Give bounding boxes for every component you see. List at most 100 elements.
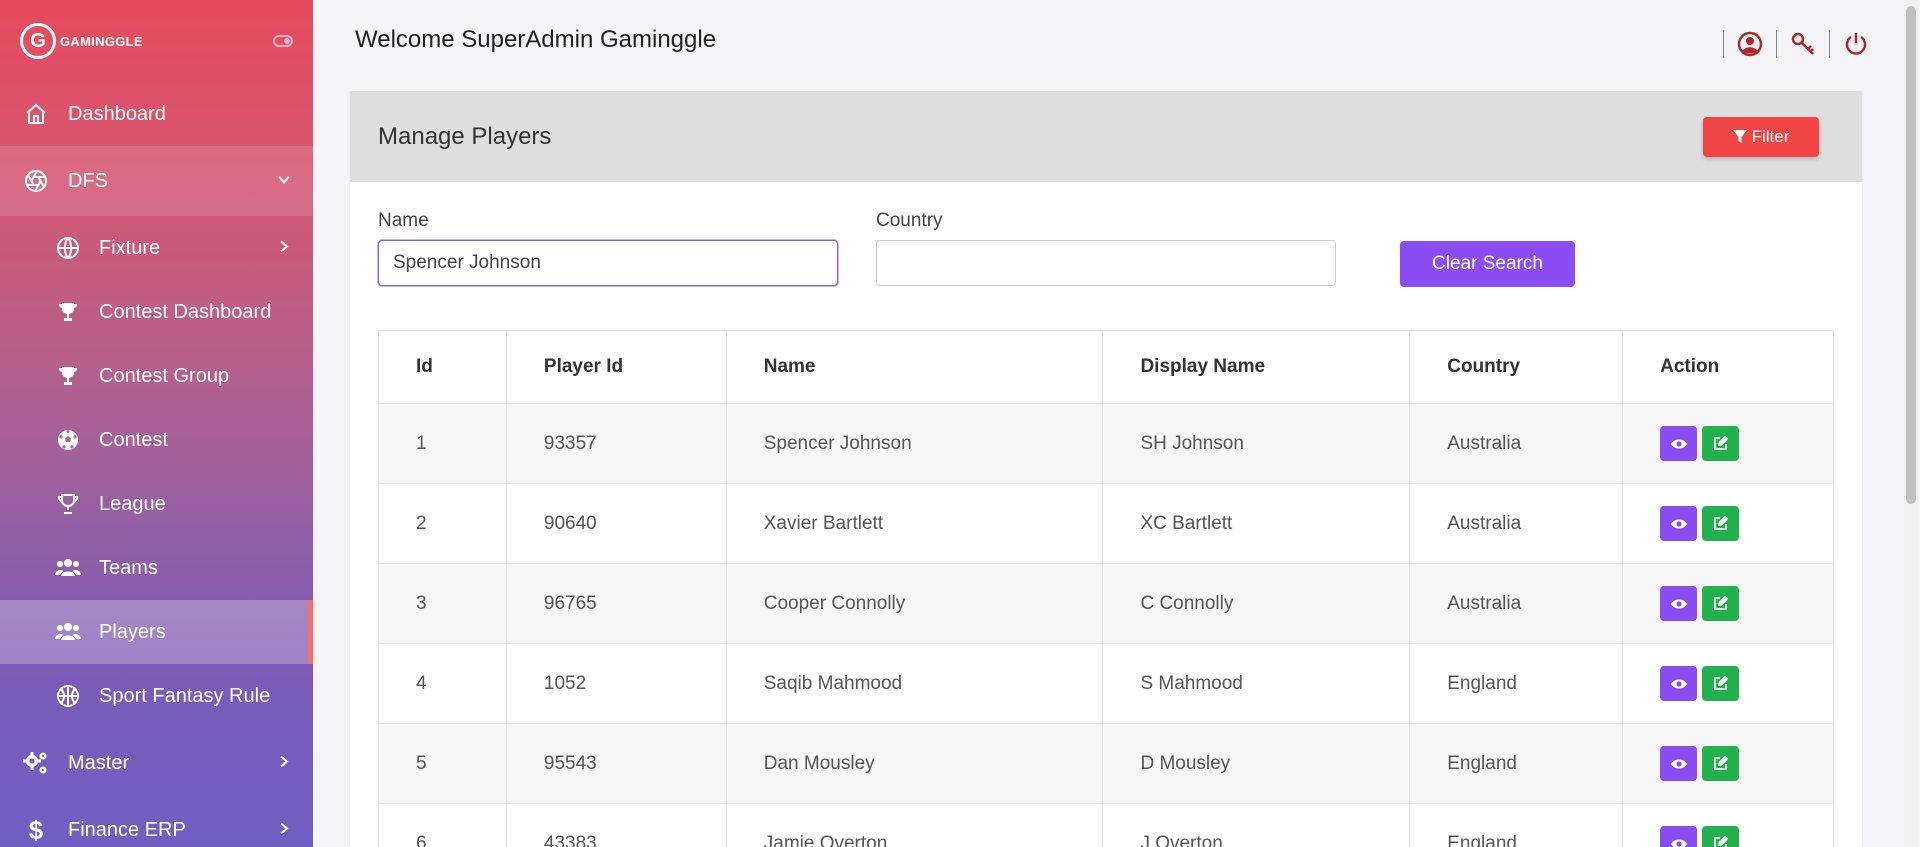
action-cell	[1622, 403, 1834, 484]
power-icon[interactable]	[1842, 30, 1870, 58]
edit-button[interactable]	[1702, 826, 1740, 847]
page-scrollbar[interactable]	[1904, 0, 1918, 847]
table-cell: SH Johnson	[1102, 403, 1411, 484]
country-field-group: Country	[876, 210, 1336, 286]
sidebar-item-label: DFS	[68, 169, 108, 192]
brand: G GAMINGGLE	[0, 0, 313, 82]
trophy-outline-icon	[55, 491, 81, 517]
sidebar-item-fixture[interactable]: Fixture	[0, 216, 313, 280]
edit-button[interactable]	[1702, 506, 1740, 541]
sidebar-item-contest[interactable]: Contest	[0, 408, 313, 472]
table-cell: J Overton	[1102, 803, 1411, 847]
table-cell: Jamie Overton	[725, 803, 1104, 847]
action-cell	[1622, 563, 1834, 644]
table-cell: 43383	[505, 803, 727, 847]
view-button[interactable]	[1660, 426, 1698, 461]
table-cell: D Mousley	[1102, 723, 1411, 804]
table-cell: Xavier Bartlett	[725, 483, 1104, 564]
table-cell: XC Bartlett	[1102, 483, 1411, 564]
sidebar-item-sport-fantasy-rule[interactable]: Sport Fantasy Rule	[0, 664, 313, 728]
edit-button[interactable]	[1702, 666, 1740, 701]
players-table: Id Player Id Name Display Name Country A…	[378, 330, 1834, 847]
key-icon[interactable]	[1789, 30, 1817, 58]
sidebar-item-contest-group[interactable]: Contest Group	[0, 344, 313, 408]
manage-players-card: Manage Players Filter Name Country Clear…	[350, 91, 1862, 847]
action-cell	[1622, 483, 1834, 564]
table-cell: 1	[378, 403, 507, 484]
sidebar-item-label: Finance ERP	[68, 818, 186, 841]
table-cell: 95543	[505, 723, 727, 804]
table-row: 4 1052 Saqib Mahmood S Mahmood England	[378, 643, 1834, 724]
table-cell: 93357	[505, 403, 727, 484]
eye-icon	[1670, 678, 1687, 690]
name-input[interactable]	[378, 240, 838, 286]
country-label: Country	[876, 210, 943, 231]
view-button[interactable]	[1660, 826, 1698, 847]
edit-button[interactable]	[1702, 746, 1740, 781]
sidebar-item-label: Dashboard	[68, 102, 166, 125]
view-button[interactable]	[1660, 746, 1698, 781]
table-cell: England	[1409, 723, 1624, 804]
sidebar-item-finance-erp[interactable]: $ Finance ERP	[0, 798, 313, 847]
sidebar-item-label: Contest	[99, 428, 168, 451]
sidebar-item-master[interactable]: Master	[0, 728, 313, 798]
soccer-ball-icon	[55, 427, 81, 453]
column-header-display-name[interactable]: Display Name	[1102, 330, 1411, 404]
action-cell	[1622, 643, 1834, 724]
sidebar-item-dashboard[interactable]: Dashboard	[0, 82, 313, 146]
brand-name: GAMINGGLE	[60, 33, 143, 49]
sidebar-item-contest-dashboard[interactable]: Contest Dashboard	[0, 280, 313, 344]
eye-icon	[1670, 518, 1687, 530]
sidebar-item-players[interactable]: Players	[0, 600, 313, 664]
column-header-country[interactable]: Country	[1409, 330, 1624, 404]
sidebar-item-label: Fixture	[99, 236, 161, 259]
name-label: Name	[378, 210, 429, 231]
globe-icon	[55, 235, 81, 261]
sidebar: G GAMINGGLE Dashboard DFS Fixture Contes…	[0, 0, 313, 847]
brand-logo: G	[20, 23, 56, 59]
edit-icon	[1713, 836, 1729, 847]
trophy-icon	[55, 299, 81, 325]
view-button[interactable]	[1660, 586, 1698, 621]
name-field-group: Name	[378, 210, 838, 286]
view-button[interactable]	[1660, 506, 1698, 541]
chevron-right-icon	[277, 753, 291, 774]
edit-button[interactable]	[1702, 426, 1740, 461]
table-cell: England	[1409, 803, 1624, 847]
sidebar-item-label: Sport Fantasy Rule	[99, 684, 271, 707]
edit-button[interactable]	[1702, 586, 1740, 621]
column-header-player-id[interactable]: Player Id	[505, 330, 727, 404]
table-cell: Cooper Connolly	[725, 563, 1104, 644]
cogs-icon	[22, 749, 50, 777]
action-cell	[1622, 803, 1834, 847]
table-cell: C Connolly	[1102, 563, 1411, 644]
sidebar-item-teams[interactable]: Teams	[0, 536, 313, 600]
sidebar-item-dfs[interactable]: DFS	[0, 146, 313, 216]
sidebar-item-label: Contest Group	[99, 364, 230, 387]
divider	[1829, 30, 1830, 58]
aperture-icon	[22, 167, 50, 195]
sidebar-toggle-icon[interactable]	[273, 35, 293, 47]
column-header-name[interactable]: Name	[725, 330, 1104, 404]
user-circle-icon[interactable]	[1736, 30, 1764, 58]
scrollbar-thumb[interactable]	[1906, 6, 1916, 504]
welcome-text: Welcome SuperAdmin Gaminggle	[355, 26, 717, 53]
column-header-id[interactable]: Id	[378, 330, 507, 404]
clear-search-button[interactable]: Clear Search	[1400, 241, 1575, 287]
table-cell: 5	[378, 723, 507, 804]
table-cell: Australia	[1409, 563, 1624, 644]
divider	[1723, 30, 1724, 58]
view-button[interactable]	[1660, 666, 1698, 701]
table-cell: 96765	[505, 563, 727, 644]
table-cell: Dan Mousley	[725, 723, 1104, 804]
filter-button[interactable]: Filter	[1703, 117, 1819, 157]
table-cell: 2	[378, 483, 507, 564]
home-icon	[22, 100, 50, 128]
basketball-icon	[55, 683, 81, 709]
country-input[interactable]	[876, 240, 1336, 286]
sidebar-item-league[interactable]: League	[0, 472, 313, 536]
sidebar-item-label: Master	[68, 751, 130, 774]
table-cell: 1052	[505, 643, 727, 724]
chevron-right-icon	[277, 238, 291, 259]
filter-icon	[1732, 130, 1747, 143]
